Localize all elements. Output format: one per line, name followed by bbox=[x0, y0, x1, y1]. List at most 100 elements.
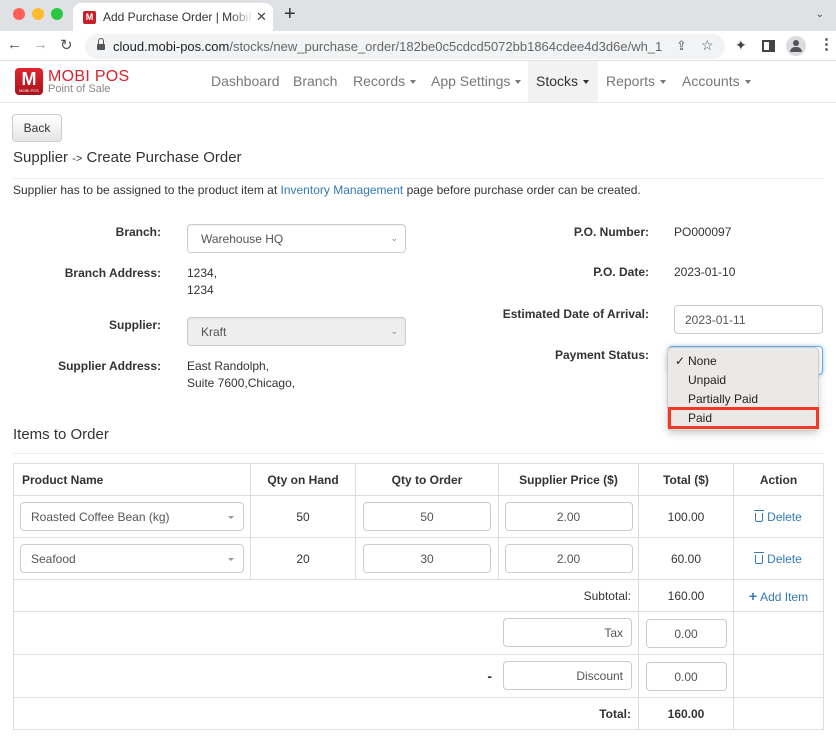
browser-tab[interactable]: M Add Purchase Order | MobiPOS ✕ bbox=[73, 3, 273, 31]
paid-option-highlight-box bbox=[668, 407, 819, 429]
mobipos-logo-icon[interactable]: M MOBI POS bbox=[15, 68, 43, 95]
tax-row: Tax 0.00 bbox=[13, 611, 824, 655]
divider bbox=[13, 453, 823, 454]
line-total-cell: 60.00 bbox=[638, 537, 734, 580]
eta-date-input[interactable]: 2023-01-11 bbox=[674, 305, 823, 334]
app-navbar: M MOBI POS MOBI POS Point of Sale Dashbo… bbox=[0, 61, 836, 103]
branch-select[interactable]: Warehouse HQ ⌄ bbox=[187, 224, 406, 253]
tab-close-icon[interactable]: ✕ bbox=[256, 9, 267, 25]
tax-amount-input[interactable]: 0.00 bbox=[645, 618, 727, 648]
caret-down-icon bbox=[228, 516, 234, 519]
browser-tab-strip: M Add Purchase Order | MobiPOS ✕ + ⌄ bbox=[0, 0, 836, 31]
browser-menu-kebab-icon[interactable]: ⋮ bbox=[819, 37, 834, 52]
window-zoom-button[interactable] bbox=[51, 8, 63, 20]
nav-app-settings[interactable]: App Settings bbox=[423, 61, 529, 102]
po-number-value: PO000097 bbox=[674, 225, 732, 239]
col-qty-to-order: Qty to Order bbox=[355, 463, 499, 496]
plus-icon: + bbox=[748, 587, 758, 604]
share-icon[interactable]: ⇪ bbox=[676, 38, 687, 54]
new-tab-plus-icon[interactable]: + bbox=[284, 3, 296, 26]
total-row: Total: 160.00 bbox=[13, 697, 824, 730]
window-minimize-button[interactable] bbox=[32, 8, 44, 20]
minus-sign: - bbox=[487, 668, 492, 684]
trash-icon bbox=[754, 509, 765, 522]
qty-to-order-input[interactable]: 30 bbox=[363, 544, 491, 573]
branch-address-label: Branch Address: bbox=[64, 266, 161, 280]
items-table: Product Name Qty on Hand Qty to Order Su… bbox=[13, 463, 824, 730]
col-product-name: Product Name bbox=[13, 463, 251, 496]
supplier-price-input[interactable]: 2.00 bbox=[504, 544, 633, 573]
url-text[interactable]: cloud.mobi-pos.com/stocks/new_purchase_o… bbox=[113, 39, 662, 54]
address-bar[interactable]: cloud.mobi-pos.com/stocks/new_purchase_o… bbox=[85, 34, 725, 59]
supplier-address-value: East Randolph, Suite 7600,Chicago, bbox=[187, 359, 296, 390]
trash-icon bbox=[754, 551, 765, 564]
tab-search-chevron-icon[interactable]: ⌄ bbox=[816, 9, 824, 20]
caret-down-icon bbox=[515, 80, 522, 85]
divider bbox=[13, 178, 823, 179]
col-action: Action bbox=[733, 463, 824, 496]
extensions-puzzle-icon[interactable]: ✦ bbox=[735, 37, 747, 54]
mobipos-favicon-icon: M bbox=[83, 11, 96, 24]
back-arrow-icon[interactable]: ← bbox=[7, 36, 22, 53]
payment-status-label: Payment Status: bbox=[554, 348, 649, 362]
caret-down-icon bbox=[744, 80, 751, 85]
tab-title: Add Purchase Order | MobiPOS bbox=[103, 10, 253, 24]
supplier-price-input[interactable]: 2.00 bbox=[504, 502, 633, 531]
checkmark-icon: ✓ bbox=[675, 354, 686, 368]
lock-icon[interactable] bbox=[97, 38, 105, 51]
back-button[interactable]: Back bbox=[12, 114, 62, 142]
delete-item-button[interactable]: Delete bbox=[754, 509, 802, 524]
col-total: Total ($) bbox=[638, 463, 734, 496]
option-unpaid[interactable]: Unpaid bbox=[668, 371, 820, 390]
total-label: Total: bbox=[13, 697, 639, 730]
qty-on-hand-cell: 50 bbox=[250, 495, 356, 538]
eta-label: Estimated Date of Arrival: bbox=[502, 307, 649, 321]
nav-dashboard[interactable]: Dashboard bbox=[203, 61, 288, 102]
caret-down-icon bbox=[410, 80, 417, 85]
qty-to-order-input[interactable]: 50 bbox=[363, 502, 491, 531]
col-qty-on-hand: Qty on Hand bbox=[250, 463, 356, 496]
brand-subtitle: Point of Sale bbox=[48, 83, 111, 95]
nav-records[interactable]: Records bbox=[345, 61, 424, 102]
table-row: Roasted Coffee Bean (kg) 50 50 2.00 100.… bbox=[13, 495, 824, 538]
chevron-down-icon: ⌄ bbox=[390, 233, 398, 243]
option-none[interactable]: ✓ None bbox=[668, 352, 820, 371]
col-supplier-price: Supplier Price ($) bbox=[498, 463, 639, 496]
items-section-title: Items to Order bbox=[13, 426, 109, 443]
discount-label-input[interactable]: Discount bbox=[503, 661, 632, 690]
supplier-label: Supplier: bbox=[108, 318, 161, 332]
nav-branch[interactable]: Branch bbox=[285, 61, 345, 102]
table-header-row: Product Name Qty on Hand Qty to Order Su… bbox=[13, 463, 824, 496]
window-close-button[interactable] bbox=[13, 8, 25, 20]
tax-label-input[interactable]: Tax bbox=[503, 618, 632, 647]
po-number-label: P.O. Number: bbox=[573, 225, 649, 239]
caret-down-icon bbox=[660, 80, 667, 85]
inventory-management-link[interactable]: Inventory Management bbox=[281, 183, 404, 197]
delete-item-button[interactable]: Delete bbox=[754, 551, 802, 566]
forward-arrow-icon[interactable]: → bbox=[33, 36, 48, 53]
subtotal-label: Subtotal: bbox=[13, 579, 639, 612]
supplier-notice: Supplier has to be assigned to the produ… bbox=[13, 183, 641, 197]
subtotal-value: 160.00 bbox=[638, 579, 734, 612]
supplier-address-label: Supplier Address: bbox=[58, 359, 161, 373]
branch-label: Branch: bbox=[115, 225, 161, 239]
nav-stocks[interactable]: Stocks bbox=[528, 61, 598, 102]
browser-toolbar: ← → ↻ cloud.mobi-pos.com/stocks/new_purc… bbox=[0, 31, 836, 61]
nav-accounts[interactable]: Accounts bbox=[674, 61, 759, 102]
table-row: Seafood 20 30 2.00 60.00 Delete bbox=[13, 537, 824, 580]
branch-address-value: 1234, 1234 bbox=[187, 266, 218, 297]
chevron-down-icon: ⌄ bbox=[390, 326, 398, 336]
line-total-cell: 100.00 bbox=[638, 495, 734, 538]
supplier-select[interactable]: Kraft ⌄ bbox=[187, 317, 406, 346]
qty-on-hand-cell: 20 bbox=[250, 537, 356, 580]
bookmark-star-icon[interactable]: ☆ bbox=[701, 37, 714, 54]
total-value: 160.00 bbox=[638, 697, 734, 730]
profile-avatar-icon[interactable] bbox=[786, 36, 806, 56]
discount-amount-input[interactable]: 0.00 bbox=[645, 661, 727, 691]
nav-reports[interactable]: Reports bbox=[598, 61, 674, 102]
add-item-button[interactable]: + Add Item bbox=[748, 587, 808, 604]
side-panel-icon[interactable] bbox=[762, 40, 775, 52]
reload-icon[interactable]: ↻ bbox=[60, 36, 73, 54]
product-select[interactable]: Roasted Coffee Bean (kg) bbox=[20, 502, 244, 531]
product-select[interactable]: Seafood bbox=[20, 544, 244, 573]
